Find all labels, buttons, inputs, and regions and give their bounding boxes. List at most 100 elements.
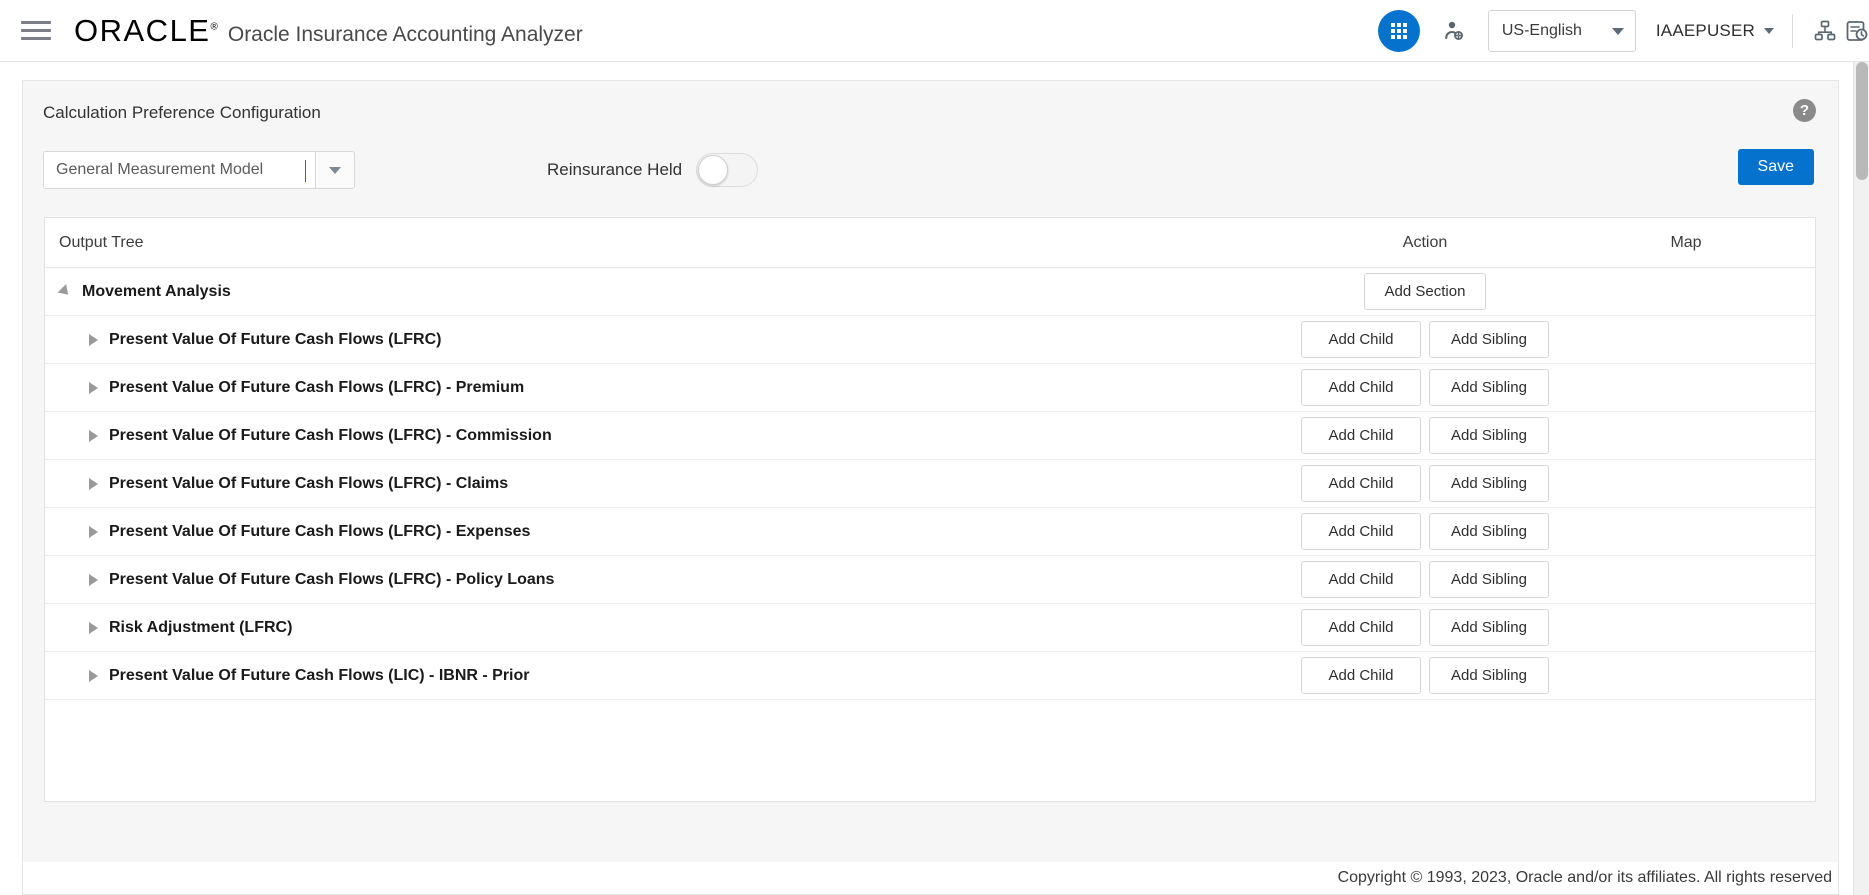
tree-expand-icon[interactable] (89, 382, 98, 394)
action-cell: Add ChildAdd Sibling (1293, 369, 1557, 406)
add-sibling-button[interactable]: Add Sibling (1429, 417, 1549, 454)
tree-expand-icon[interactable] (89, 478, 98, 490)
table-row: Present Value Of Future Cash Flows (LFRC… (45, 412, 1815, 460)
measurement-model-input[interactable]: General Measurement Model (43, 151, 315, 189)
user-name: IAAEPUSER (1656, 21, 1755, 41)
header-actions: US-English IAAEPUSER (1378, 0, 1869, 62)
org-hierarchy-icon[interactable] (1805, 9, 1845, 53)
user-menu[interactable]: IAAEPUSER (1650, 21, 1780, 41)
table-row: Risk Adjustment (LFRC)Add ChildAdd Sibli… (45, 604, 1815, 652)
grid-dot (1391, 23, 1395, 27)
tree-collapse-icon[interactable] (58, 284, 73, 299)
reinsurance-held-label: Reinsurance Held (547, 160, 682, 180)
measurement-model-dropdown[interactable]: General Measurement Model (43, 151, 355, 189)
grid-dot (1397, 35, 1401, 39)
action-cell: Add ChildAdd Sibling (1293, 609, 1557, 646)
table-row: Present Value Of Future Cash Flows (LIC)… (45, 652, 1815, 700)
add-child-button[interactable]: Add Child (1301, 513, 1421, 550)
hamburger-bar (21, 37, 51, 40)
add-sibling-button[interactable]: Add Sibling (1429, 465, 1549, 502)
tree-node-label: Present Value Of Future Cash Flows (LFRC… (109, 427, 552, 445)
column-header-action: Action (1293, 234, 1557, 252)
header-divider (1792, 14, 1793, 48)
grid-dot (1403, 29, 1407, 33)
language-select-value: US-English (1502, 22, 1582, 40)
table-row: Present Value Of Future Cash Flows (LFRC… (45, 508, 1815, 556)
tree-expand-icon[interactable] (89, 622, 98, 634)
tree-node-label: Present Value Of Future Cash Flows (LFRC… (109, 523, 530, 541)
add-sibling-button[interactable]: Add Sibling (1429, 609, 1549, 646)
add-sibling-button[interactable]: Add Sibling (1429, 513, 1549, 550)
save-button[interactable]: Save (1738, 149, 1814, 185)
tree-expand-icon[interactable] (89, 430, 98, 442)
measurement-model-dropdown-button[interactable] (315, 151, 355, 189)
action-cell: Add ChildAdd Sibling (1293, 417, 1557, 454)
scrollbar-thumb[interactable] (1856, 62, 1868, 180)
action-cell: Add Section (1293, 273, 1557, 310)
reinsurance-held-group: Reinsurance Held (547, 153, 758, 187)
column-header-map: Map (1557, 234, 1815, 252)
tree-node-cell: Present Value Of Future Cash Flows (LFRC… (45, 427, 1293, 445)
action-cell: Add ChildAdd Sibling (1293, 561, 1557, 598)
tree-expand-icon[interactable] (89, 526, 98, 538)
grid-dots (1391, 23, 1407, 39)
chevron-down-icon (1612, 28, 1624, 35)
tree-expand-icon[interactable] (89, 670, 98, 682)
app-header: ORACLE® Oracle Insurance Accounting Anal… (0, 0, 1869, 62)
add-child-button[interactable]: Add Child (1301, 465, 1421, 502)
user-settings-icon[interactable] (1434, 9, 1474, 53)
page-body: Calculation Preference Configuration ? G… (0, 62, 1869, 895)
grid-dot (1403, 23, 1407, 27)
tree-node-cell: Present Value Of Future Cash Flows (LFRC… (45, 523, 1293, 541)
oracle-logo-text: ORACLE (74, 13, 210, 48)
table-row: Present Value Of Future Cash Flows (LFRC… (45, 316, 1815, 364)
table-row: Present Value Of Future Cash Flows (LFRC… (45, 460, 1815, 508)
add-sibling-button[interactable]: Add Sibling (1429, 561, 1549, 598)
calculation-preference-card: Calculation Preference Configuration ? G… (22, 80, 1839, 895)
language-select[interactable]: US-English (1488, 10, 1636, 52)
add-sibling-button[interactable]: Add Sibling (1429, 321, 1549, 358)
grid-dot (1391, 35, 1395, 39)
config-section: Calculation Preference Configuration ? G… (23, 81, 1838, 193)
apps-grid-icon[interactable] (1378, 10, 1420, 52)
grid-dot (1403, 35, 1407, 39)
action-cell: Add ChildAdd Sibling (1293, 513, 1557, 550)
tree-node-label: Present Value Of Future Cash Flows (LFRC… (109, 571, 554, 589)
add-section-button[interactable]: Add Section (1364, 273, 1486, 310)
footer: Copyright © 1993, 2023, Oracle and/or it… (23, 862, 1838, 894)
add-child-button[interactable]: Add Child (1301, 369, 1421, 406)
tree-expand-icon[interactable] (89, 574, 98, 586)
add-child-button[interactable]: Add Child (1301, 657, 1421, 694)
output-tree-table: Output Tree Action Map Movement Analysis… (44, 217, 1816, 802)
tree-node-label: Present Value Of Future Cash Flows (LFRC… (109, 379, 524, 397)
tree-node-label: Present Value Of Future Cash Flows (LFRC… (109, 475, 508, 493)
reinsurance-held-toggle[interactable] (696, 153, 758, 187)
help-question-icon[interactable]: ? (1793, 99, 1816, 122)
config-controls-row: General Measurement Model Reinsurance He… (43, 147, 1814, 193)
oracle-logo: ORACLE® (74, 15, 218, 46)
chevron-down-icon (1764, 28, 1774, 34)
tree-node-cell: Risk Adjustment (LFRC) (45, 619, 1293, 637)
grid-dot (1397, 29, 1401, 33)
tree-expand-icon[interactable] (89, 334, 98, 346)
clock-history-icon[interactable] (1845, 9, 1869, 53)
add-sibling-button[interactable]: Add Sibling (1429, 369, 1549, 406)
app-title: Oracle Insurance Accounting Analyzer (228, 23, 583, 47)
table-row: Movement AnalysisAdd Section (45, 268, 1815, 316)
tree-node-label: Present Value Of Future Cash Flows (LIC)… (109, 667, 530, 685)
add-child-button[interactable]: Add Child (1301, 561, 1421, 598)
add-child-button[interactable]: Add Child (1301, 321, 1421, 358)
add-child-button[interactable]: Add Child (1301, 417, 1421, 454)
column-header-output-tree: Output Tree (45, 234, 1293, 252)
add-child-button[interactable]: Add Child (1301, 609, 1421, 646)
table-header-row: Output Tree Action Map (45, 218, 1815, 268)
hamburger-bar (21, 29, 51, 32)
toggle-knob (698, 155, 728, 185)
tree-node-cell: Present Value Of Future Cash Flows (LFRC… (45, 379, 1293, 397)
add-sibling-button[interactable]: Add Sibling (1429, 657, 1549, 694)
tree-node-cell: Present Value Of Future Cash Flows (LFRC… (45, 331, 1293, 349)
page-title: Calculation Preference Configuration (43, 103, 1814, 123)
tree-node-label: Present Value Of Future Cash Flows (LFRC… (109, 331, 442, 349)
hamburger-menu-icon[interactable] (14, 9, 58, 53)
page-scrollbar[interactable] (1853, 62, 1869, 895)
